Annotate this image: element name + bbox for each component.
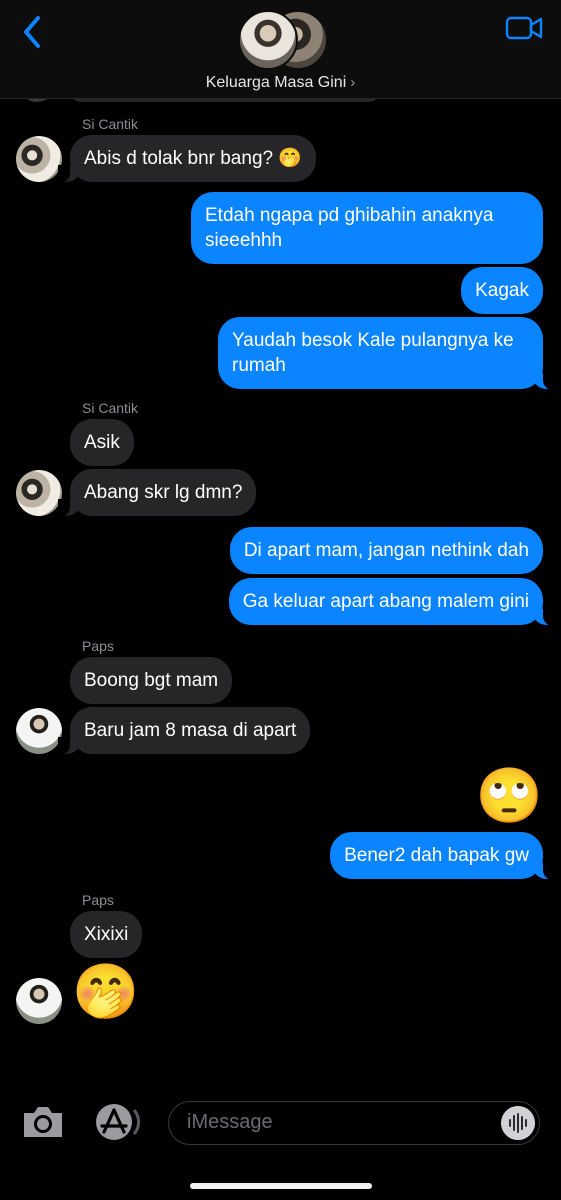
incoming-message[interactable]: Abis d tolak bnr bang? 🤭 — [57, 135, 317, 183]
group-member-photo — [238, 10, 298, 70]
group-name-link[interactable]: Keluarga Masa Gini › — [0, 74, 561, 92]
conversation-header: Keluarga Masa Gini › — [0, 0, 561, 99]
incoming-message[interactable]: Baru jam 8 masa di apart — [57, 707, 311, 755]
outgoing-message[interactable]: Ga keluar apart abang malem gini — [228, 578, 556, 626]
outgoing-message[interactable]: Etdah ngapa pd ghibahin anaknya sieeehhh — [191, 192, 543, 264]
chevron-right-icon: › — [350, 74, 356, 91]
video-camera-icon[interactable] — [505, 14, 543, 42]
camera-icon[interactable] — [20, 1103, 66, 1141]
avatar-si-cantik[interactable] — [16, 470, 62, 516]
incoming-message[interactable]: Abang skr lg dmn? — [57, 469, 257, 517]
message-line: sieeehhh — [205, 230, 283, 251]
sender-name: Si Cantik — [82, 400, 139, 416]
avatar-si-cantik[interactable] — [16, 136, 62, 182]
avatar-paps[interactable] — [16, 708, 62, 754]
incoming-emoji[interactable]: 🤭 — [72, 962, 139, 1022]
message-input[interactable]: iMessage — [168, 1101, 540, 1145]
back-chevron-icon[interactable] — [18, 14, 48, 50]
sender-name: Si Cantik — [82, 116, 139, 132]
message-line: Etdah ngapa pd ghibahin anaknya — [205, 205, 494, 226]
outgoing-message[interactable]: Yaudah besok Kale pulangnya ke rumah — [218, 317, 555, 390]
home-indicator[interactable] — [190, 1183, 372, 1189]
message-line: rumah — [232, 355, 286, 376]
avatar-paps[interactable] — [16, 978, 62, 1024]
incoming-message[interactable]: Asik — [70, 419, 134, 466]
outgoing-emoji[interactable]: 🙄 — [476, 766, 543, 826]
outgoing-message[interactable]: Kagak — [461, 267, 543, 314]
outgoing-message[interactable]: Bener2 dah bapak gw — [330, 832, 555, 880]
compose-bar: iMessage — [0, 1085, 561, 1200]
app-store-icon[interactable] — [92, 1102, 140, 1142]
message-line: Yaudah besok Kale pulangnya ke — [232, 330, 514, 351]
incoming-message[interactable]: Boong bgt mam — [70, 657, 233, 704]
sender-name: Paps — [82, 638, 114, 654]
group-avatar[interactable] — [238, 10, 328, 70]
message-input-placeholder: iMessage — [187, 1111, 273, 1133]
outgoing-message[interactable]: Di apart mam, jangan nethink dah — [229, 527, 543, 574]
incoming-message[interactable]: Xixixi — [70, 911, 143, 958]
audio-waveform-icon[interactable] — [501, 1106, 535, 1140]
group-name: Keluarga Masa Gini — [205, 74, 347, 91]
sender-name: Paps — [82, 892, 114, 908]
